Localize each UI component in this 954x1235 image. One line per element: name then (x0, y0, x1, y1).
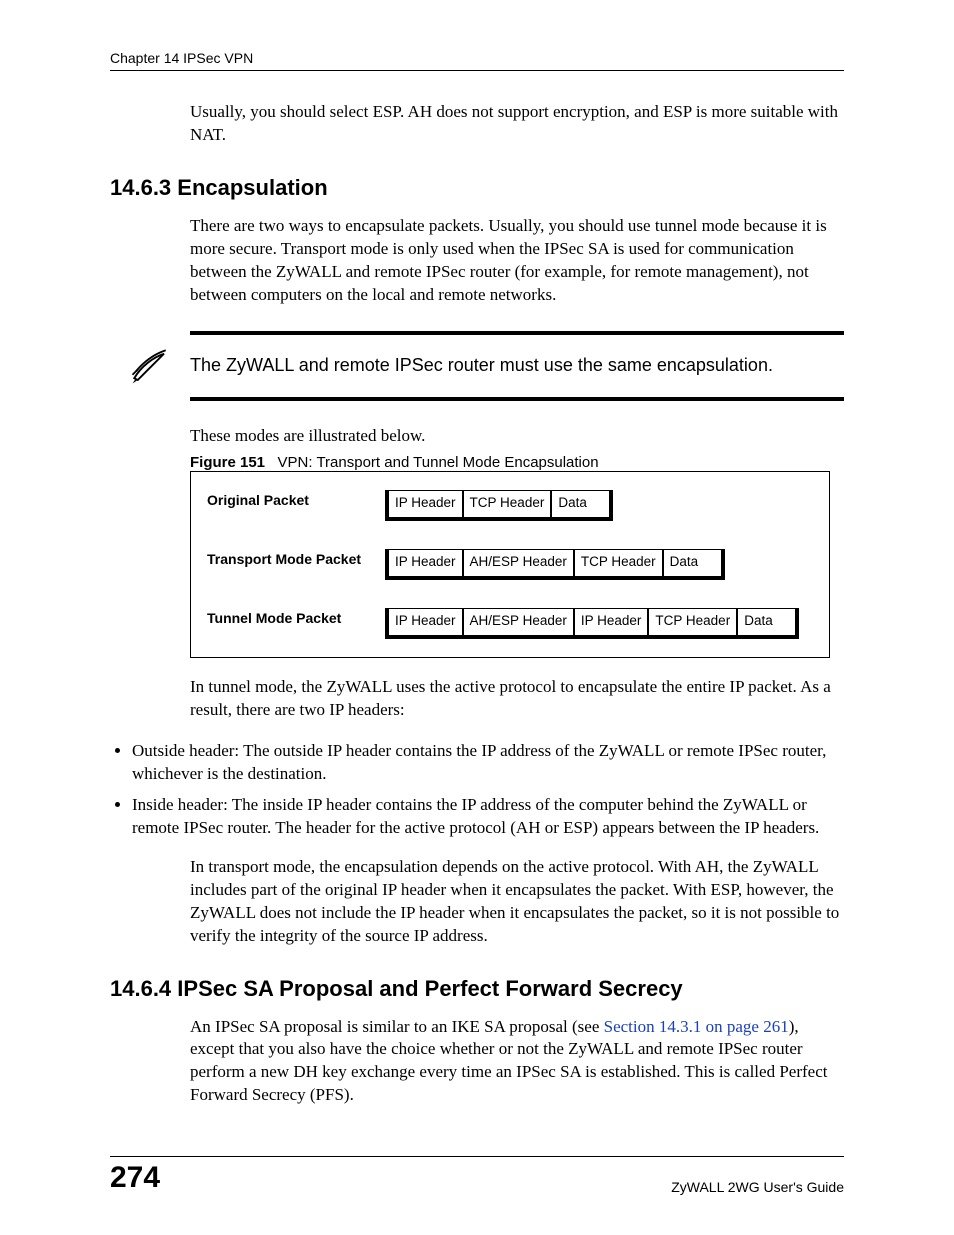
guide-name: ZyWALL 2WG User's Guide (671, 1179, 844, 1195)
packet-cell: IP Header (385, 490, 463, 521)
header-bullet-list: Outside header: The outside IP header co… (110, 740, 844, 840)
packet-row-transport: Transport Mode Packet IP Header AH/ESP H… (207, 549, 817, 580)
packet-row-original: Original Packet IP Header TCP Header Dat… (207, 490, 817, 521)
running-head: Chapter 14 IPSec VPN (110, 50, 844, 66)
packet-cell: IP Header (385, 608, 463, 639)
note-text: The ZyWALL and remote IPSec router must … (190, 353, 773, 377)
section-heading-encapsulation: 14.6.3 Encapsulation (110, 175, 844, 201)
encapsulation-para-1: There are two ways to encapsulate packet… (190, 215, 844, 307)
packet-cell: IP Header (385, 549, 463, 580)
packet-cell: TCP Header (463, 490, 552, 521)
figure-box: Original Packet IP Header TCP Header Dat… (190, 471, 830, 659)
packet-row-tunnel: Tunnel Mode Packet IP Header AH/ESP Head… (207, 608, 817, 639)
cross-reference-link[interactable]: Section 14.3.1 on page 261 (604, 1017, 789, 1036)
section-heading-pfs: 14.6.4 IPSec SA Proposal and Perfect For… (110, 976, 844, 1002)
encapsulation-para-3: In tunnel mode, the ZyWALL uses the acti… (190, 676, 844, 722)
pfs-text-pre: An IPSec SA proposal is similar to an IK… (190, 1017, 604, 1036)
packet-cell: Data (551, 490, 613, 521)
header-rule (110, 70, 844, 71)
packet-cell: AH/ESP Header (463, 608, 574, 639)
packet-label: Transport Mode Packet (207, 549, 385, 567)
encapsulation-para-2: These modes are illustrated below. (190, 425, 844, 448)
page-footer: 274 ZyWALL 2WG User's Guide (110, 1156, 844, 1195)
list-item: Inside header: The inside IP header cont… (132, 794, 844, 840)
packet-label: Original Packet (207, 490, 385, 508)
packet-cell: Data (663, 549, 725, 580)
note-rule-top (190, 331, 844, 335)
list-item: Outside header: The outside IP header co… (132, 740, 844, 786)
footer-rule (110, 1156, 844, 1157)
figure-title: VPN: Transport and Tunnel Mode Encapsula… (278, 454, 599, 471)
note-icon (110, 345, 190, 387)
encapsulation-para-4: In transport mode, the encapsulation dep… (190, 856, 844, 948)
figure-label: Figure 151 (190, 454, 265, 471)
packet-cell: TCP Header (648, 608, 737, 639)
note-block: The ZyWALL and remote IPSec router must … (110, 331, 844, 401)
pfs-paragraph: An IPSec SA proposal is similar to an IK… (190, 1016, 844, 1108)
note-rule-bottom (190, 397, 844, 401)
packet-cell: Data (737, 608, 799, 639)
packet-cell: TCP Header (574, 549, 663, 580)
packet-cell: AH/ESP Header (463, 549, 574, 580)
packet-label: Tunnel Mode Packet (207, 608, 385, 626)
figure-caption: Figure 151 VPN: Transport and Tunnel Mod… (190, 454, 844, 471)
page-number: 274 (110, 1161, 160, 1195)
packet-cell: IP Header (574, 608, 649, 639)
intro-paragraph: Usually, you should select ESP. AH does … (190, 101, 844, 147)
